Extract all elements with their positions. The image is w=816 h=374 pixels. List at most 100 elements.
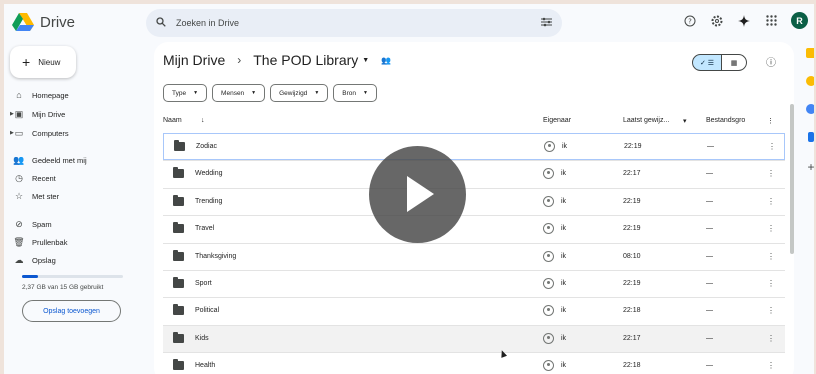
sidebar-item-label: Mijn Drive xyxy=(32,109,66,119)
sidebar-item-starred[interactable]: ☆ Met ster xyxy=(14,189,134,203)
file-size: — xyxy=(706,252,713,260)
filter-chip-source[interactable]: Bron ▼ xyxy=(333,84,377,102)
drive-logo[interactable]: Drive xyxy=(12,12,75,32)
owner-avatar-icon xyxy=(543,223,554,235)
owner: ik xyxy=(561,170,567,178)
chevron-down-icon[interactable]: ▼ xyxy=(362,57,369,64)
filter-chip-people[interactable]: Mensen ▼ xyxy=(212,84,266,102)
calendar-icon[interactable] xyxy=(806,48,814,58)
more-options-icon[interactable]: ⋮ xyxy=(767,306,775,315)
file-name: Thanksgiving xyxy=(195,252,237,260)
tasks-icon[interactable] xyxy=(806,104,814,114)
sidebar-item-storage[interactable]: ☁ Opslag xyxy=(14,253,134,267)
info-icon[interactable]: ⓘ xyxy=(764,54,778,69)
table-row[interactable]: Zodiac ik 22:19 — ⋮ xyxy=(163,133,785,160)
keep-icon[interactable] xyxy=(806,76,814,86)
gemini-icon[interactable] xyxy=(737,14,751,28)
column-modified[interactable]: Laatst gewijz... xyxy=(623,117,669,124)
chip-label: Mensen xyxy=(221,89,245,97)
video-play-button[interactable] xyxy=(369,146,466,243)
shared-folder-icon xyxy=(173,277,184,288)
more-options-icon[interactable]: ⋮ xyxy=(767,224,775,233)
shared-folder-icon xyxy=(173,222,184,234)
drive-icon: ▣ xyxy=(14,108,24,119)
owner-avatar-icon xyxy=(543,305,554,317)
column-size[interactable]: Bestandsgro xyxy=(706,117,745,124)
apps-icon[interactable] xyxy=(764,14,778,28)
file-name: Zodiac xyxy=(196,143,218,150)
sidebar-item-recent[interactable]: ◷ Recent xyxy=(14,171,134,185)
sidebar-item-spam[interactable]: ⊘ Spam xyxy=(14,217,134,231)
help-icon[interactable]: ? xyxy=(683,14,697,28)
more-options-icon[interactable]: ⋮ xyxy=(768,142,776,151)
check-icon: ✓ xyxy=(699,59,706,67)
file-name: Wedding xyxy=(195,170,223,178)
sidebar-item-label: Met ster xyxy=(32,191,60,201)
more-options-icon[interactable]: ⋮ xyxy=(767,334,775,343)
more-options-icon[interactable]: ⋮ xyxy=(767,197,775,206)
modified-time: 22:18 xyxy=(623,307,641,315)
add-addon-icon[interactable]: + xyxy=(807,160,814,174)
sidebar-item-homepage[interactable]: ⌂ Homepage xyxy=(14,88,134,102)
sidebar-item-my-drive[interactable]: ▶ ▣ Mijn Drive xyxy=(10,107,134,121)
table-row[interactable]: Kids ik 22:17 — ⋮ xyxy=(163,324,785,352)
breadcrumb-root[interactable]: Mijn Drive xyxy=(163,52,225,68)
owner-avatar-icon xyxy=(544,141,555,152)
spam-icon: ⊘ xyxy=(15,218,23,229)
search-bar[interactable]: Zoeken in Drive xyxy=(146,9,562,37)
table-row[interactable]: Travel ik 22:19 — ⋮ xyxy=(163,215,785,242)
more-options-icon[interactable]: ⋮ xyxy=(767,169,775,178)
column-options-icon[interactable]: ⋮ xyxy=(767,117,774,125)
more-options-icon[interactable]: ⋮ xyxy=(767,252,775,261)
sort-arrow-icon[interactable]: ↓ xyxy=(201,117,205,124)
list-view-button[interactable]: ✓ ☰ xyxy=(692,54,722,71)
chevron-down-icon: ▼ xyxy=(193,90,199,96)
shared-folder-icon[interactable]: 👥 xyxy=(381,56,391,65)
table-row[interactable]: Thanksgiving ik 08:10 — ⋮ xyxy=(163,242,785,270)
column-owner[interactable]: Eigenaar xyxy=(543,117,571,124)
chevron-right-icon: › xyxy=(237,53,242,67)
shared-folder-icon xyxy=(173,331,184,343)
owner: ik xyxy=(561,334,567,342)
scrollbar[interactable] xyxy=(790,104,794,254)
expand-icon[interactable]: ▶ xyxy=(10,111,14,117)
file-size: — xyxy=(706,197,713,205)
sidebar-item-label: Recent xyxy=(32,173,56,183)
storage-meter xyxy=(22,275,123,278)
table-row[interactable]: Health ik 22:18 — ⋮ xyxy=(163,352,785,374)
search-input[interactable]: Zoeken in Drive xyxy=(176,18,531,28)
computer-icon: ▭ xyxy=(14,127,24,138)
sidebar-item-label: Computers xyxy=(32,128,69,138)
sidebar-item-shared[interactable]: 👥 Gedeeld met mij xyxy=(13,153,134,167)
sort-dropdown-icon[interactable]: ▾ xyxy=(683,117,687,125)
file-name: Political xyxy=(195,307,220,315)
owner-avatar-icon xyxy=(543,278,554,289)
more-options-icon[interactable]: ⋮ xyxy=(767,361,775,370)
expand-icon[interactable]: ▶ xyxy=(10,130,14,136)
new-button[interactable]: + Nieuw xyxy=(10,46,76,78)
column-name[interactable]: Naam xyxy=(163,117,182,124)
contacts-icon[interactable] xyxy=(808,132,814,142)
table-row[interactable]: Wedding ik 22:17 — ⋮ xyxy=(163,160,785,187)
settings-icon[interactable] xyxy=(710,14,724,28)
sidebar-item-trash[interactable]: 🗑 Prullenbak xyxy=(13,235,134,249)
table-row[interactable]: Sport ik 22:19 — ⋮ xyxy=(163,270,785,297)
breadcrumb-current[interactable]: The POD Library xyxy=(253,52,358,68)
grid-view-button[interactable]: ▦ xyxy=(722,54,747,71)
table-row[interactable]: Trending ik 22:19 — ⋮ xyxy=(163,187,785,215)
filter-chip-modified[interactable]: Gewijzigd ▼ xyxy=(270,84,329,102)
grid-icon: ▦ xyxy=(730,59,738,67)
sidebar-item-computers[interactable]: ▶ ▭ Computers xyxy=(10,126,134,140)
file-name: Sport xyxy=(195,280,212,287)
avatar[interactable]: R xyxy=(791,12,808,29)
owner: ik xyxy=(561,197,567,205)
svg-text:?: ? xyxy=(688,17,692,25)
view-toggle: ✓ ☰ ▦ xyxy=(692,54,747,71)
search-options-icon[interactable] xyxy=(541,17,552,29)
file-name: Trending xyxy=(195,197,223,205)
add-storage-button[interactable]: Opslag toevoegen xyxy=(22,300,121,322)
table-row[interactable]: Political ik 22:18 — ⋮ xyxy=(163,297,785,324)
file-name: Travel xyxy=(195,225,215,233)
more-options-icon[interactable]: ⋮ xyxy=(767,279,775,288)
filter-chip-type[interactable]: Type ▼ xyxy=(163,84,208,102)
